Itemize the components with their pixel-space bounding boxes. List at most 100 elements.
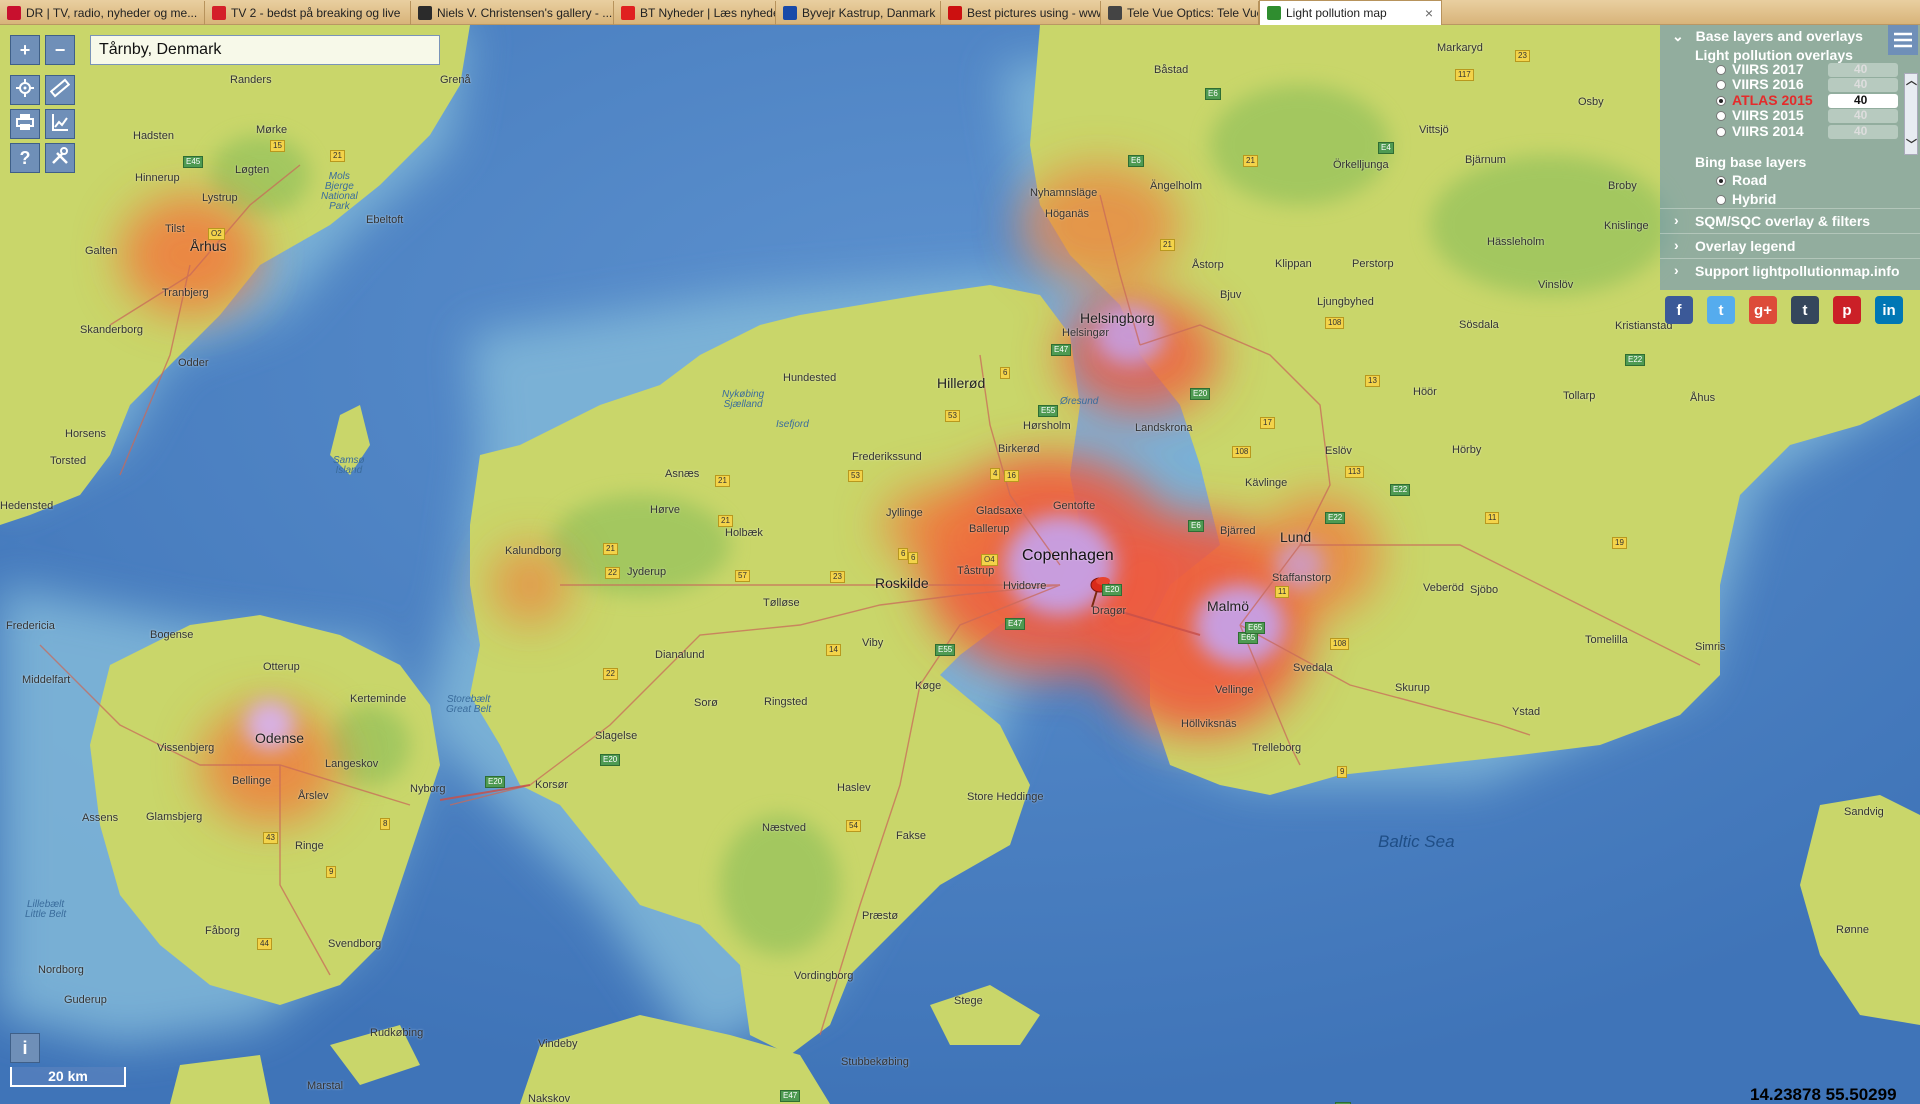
overlay-scrollbar[interactable]: ︿ ﹀ [1904, 73, 1918, 155]
overlay-opacity-slider[interactable]: 40 [1828, 108, 1898, 123]
overlay-opacity-value: 40 [1854, 108, 1868, 122]
place-label-fredericia: Fredericia [6, 620, 55, 632]
place-label-kristianstad: Kristianstad [1615, 320, 1673, 332]
browser-tab[interactable]: Byvejr Kastrup, Danmark [776, 1, 941, 25]
zoom-out-button[interactable]: − [45, 35, 75, 65]
place-label-tollarp: Tollarp [1563, 390, 1596, 402]
browser-tab[interactable]: BT Nyheder | Læs nyhederne p... [614, 1, 776, 25]
chevron-right-icon: › [1674, 237, 1679, 253]
bing-layer-label[interactable]: Hybrid [1732, 191, 1776, 207]
place-label-baltic: Baltic Sea [1378, 832, 1455, 851]
browser-tab[interactable]: TV 2 - bedst på breaking og live [205, 1, 411, 25]
place-label-stubbekobing: Stubbekøbing [841, 1056, 909, 1068]
place-label-tomelilla: Tomelilla [1585, 634, 1628, 646]
close-tab-icon[interactable]: × [1425, 5, 1433, 21]
browser-tab-title: Best pictures using - www.astr... [967, 6, 1100, 20]
road-shield: E65 [1245, 622, 1266, 634]
google-plus-icon[interactable]: g+ [1749, 296, 1777, 324]
panel-section-header[interactable]: › SQM/SQC overlay & filters [1660, 208, 1920, 232]
place-label-lystrup: Lystrup [202, 192, 238, 204]
print-button[interactable] [10, 109, 40, 139]
place-label-klippan: Klippan [1275, 258, 1312, 270]
place-label-kerteminde: Kerteminde [350, 693, 407, 705]
overlay-radio[interactable] [1716, 80, 1726, 90]
bing-layer-radio[interactable] [1716, 176, 1726, 186]
overlay-opacity-slider[interactable]: 40 [1828, 124, 1898, 139]
overlay-radio[interactable] [1716, 96, 1726, 106]
overlay-label[interactable]: VIIRS 2015 [1732, 107, 1804, 123]
pinterest-icon[interactable]: p [1833, 296, 1861, 324]
road-shield: E45 [183, 156, 204, 168]
road-shield: E20 [1102, 584, 1123, 596]
zoom-in-button[interactable]: + [10, 35, 40, 65]
cursor-coordinates: 14.23878 55.50299 [1750, 1085, 1897, 1104]
overlay-label[interactable]: VIIRS 2014 [1732, 123, 1804, 139]
road-shield: 21 [330, 150, 345, 162]
road-shield: E22 [1325, 512, 1346, 524]
overlay-radio[interactable] [1716, 65, 1726, 75]
place-label-sjobo: Sjöbo [1470, 584, 1499, 596]
place-label-arhus: Århus [190, 238, 227, 254]
place-label-malmo: Malmö [1207, 598, 1250, 614]
panel-section-header[interactable]: › Overlay legend [1660, 233, 1920, 257]
place-label-ringe: Ringe [295, 840, 324, 852]
overlay-radio[interactable] [1716, 127, 1726, 137]
browser-tab[interactable]: Light pollution map × [1259, 0, 1442, 25]
place-label-kalundborg: Kalundborg [505, 545, 562, 557]
panel-section-header[interactable]: › Support lightpollutionmap.info [1660, 258, 1920, 282]
chart-button[interactable] [45, 109, 75, 139]
light-pollution-map[interactable]: Århus Odense Copenhagen Malmö Helsingborg Hel… [0, 25, 1920, 1104]
road-shield: E47 [780, 1090, 801, 1102]
place-label-faxe: Fakse [896, 830, 926, 842]
menu-button[interactable] [1888, 25, 1918, 55]
place-label-nordborg: Nordborg [38, 964, 84, 976]
facebook-icon[interactable]: f [1665, 296, 1693, 324]
chevron-down-icon: ⌄ [1672, 28, 1684, 44]
place-label-vindeby: Vindeby [538, 1038, 578, 1050]
tools-icon [50, 146, 70, 171]
base-layers-header[interactable]: ⌄ Base layers and overlays [1672, 28, 1863, 45]
locate-me-button[interactable] [10, 75, 40, 105]
browser-tab[interactable]: Niels V. Christensen's gallery - ... [411, 1, 614, 25]
linkedin-icon[interactable]: in [1875, 296, 1903, 324]
road-shield: 21 [718, 515, 733, 527]
place-label-viby: Viby [862, 637, 884, 649]
browser-tab[interactable]: DR | TV, radio, nyheder og me... [0, 1, 205, 25]
help-button[interactable]: ? [10, 143, 40, 173]
location-search-input[interactable] [90, 35, 440, 65]
place-label-staffanstorp: Staffanstorp [1272, 572, 1332, 584]
road-shield: 117 [1455, 69, 1474, 81]
measure-button[interactable] [45, 75, 75, 105]
overlay-opacity-slider[interactable]: 40 [1828, 93, 1898, 108]
road-shield: E20 [1190, 388, 1211, 400]
bing-layer-label[interactable]: Road [1732, 172, 1767, 188]
bing-layer-radio[interactable] [1716, 195, 1726, 205]
info-button[interactable]: i [10, 1033, 40, 1063]
twitter-icon[interactable]: t [1707, 296, 1735, 324]
road-shield: 6 [898, 548, 909, 560]
road-shield: 9 [1337, 766, 1348, 778]
place-label-vordingborg: Vordingborg [794, 970, 854, 982]
place-label-birkerod: Birkerød [998, 443, 1040, 455]
browser-tab[interactable]: Tele Vue Optics: Tele Vue-NP1... [1101, 1, 1259, 25]
overlay-radio[interactable] [1716, 111, 1726, 121]
settings-button[interactable] [45, 143, 75, 173]
browser-tab-title: Light pollution map [1286, 6, 1387, 20]
overlay-label[interactable]: ATLAS 2015 [1732, 92, 1813, 108]
place-label-helsingor: Helsingør [1062, 327, 1110, 339]
browser-tab[interactable]: Best pictures using - www.astr... [941, 1, 1101, 25]
overlay-opacity-slider[interactable]: 40 [1828, 62, 1898, 77]
place-label-ronne: Rønne [1836, 924, 1870, 936]
road-shield: 8 [380, 818, 391, 830]
place-label-nakskov: Nakskov [528, 1093, 571, 1104]
overlay-label[interactable]: VIIRS 2016 [1732, 76, 1804, 92]
place-label-vinslov: Vinslöv [1538, 279, 1574, 291]
dmi-favicon-icon [783, 6, 797, 20]
road-shield: 22 [603, 668, 618, 680]
place-label-odder: Odder [178, 357, 209, 369]
overlay-label[interactable]: VIIRS 2017 [1732, 61, 1804, 77]
overlay-opacity-slider[interactable]: 40 [1828, 77, 1898, 92]
place-label-bjarnum: Bjärnum [1465, 154, 1506, 166]
place-label-horve: Hørve [650, 504, 680, 516]
tumblr-icon[interactable]: t [1791, 296, 1819, 324]
